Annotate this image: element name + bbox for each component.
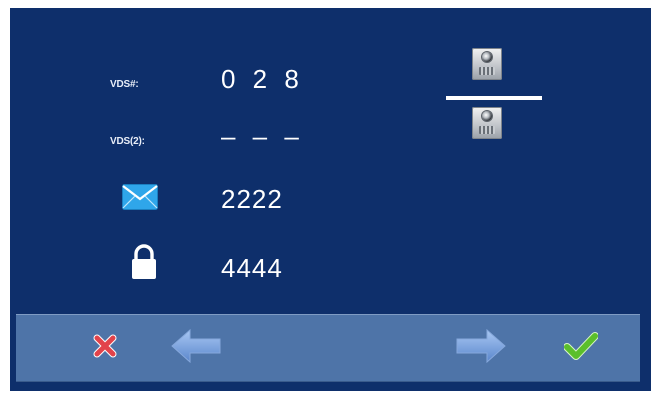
bottom-toolbar [16,314,640,382]
arrow-right-icon [455,328,507,369]
confirm-button[interactable] [546,315,616,381]
divider-line [446,96,542,100]
previous-button[interactable] [161,315,231,381]
arrow-left-icon [170,328,222,369]
vds-label: VDS#: [110,79,139,90]
door-camera-icon[interactable] [472,48,502,80]
door-camera-icon[interactable] [472,107,502,139]
confirm-check-icon [563,331,599,365]
lock-code-value[interactable]: 4444 [221,253,283,284]
cancel-button[interactable] [70,315,140,381]
vds-value[interactable]: 0 2 8 [221,64,304,95]
cancel-x-icon [93,334,117,363]
vds2-label: VDS(2): [110,136,145,147]
vds2-value[interactable]: – – – [221,121,304,152]
next-button[interactable] [446,315,516,381]
mail-code-value[interactable]: 2222 [221,184,283,215]
padlock-icon [131,244,157,285]
envelope-icon [122,184,158,215]
